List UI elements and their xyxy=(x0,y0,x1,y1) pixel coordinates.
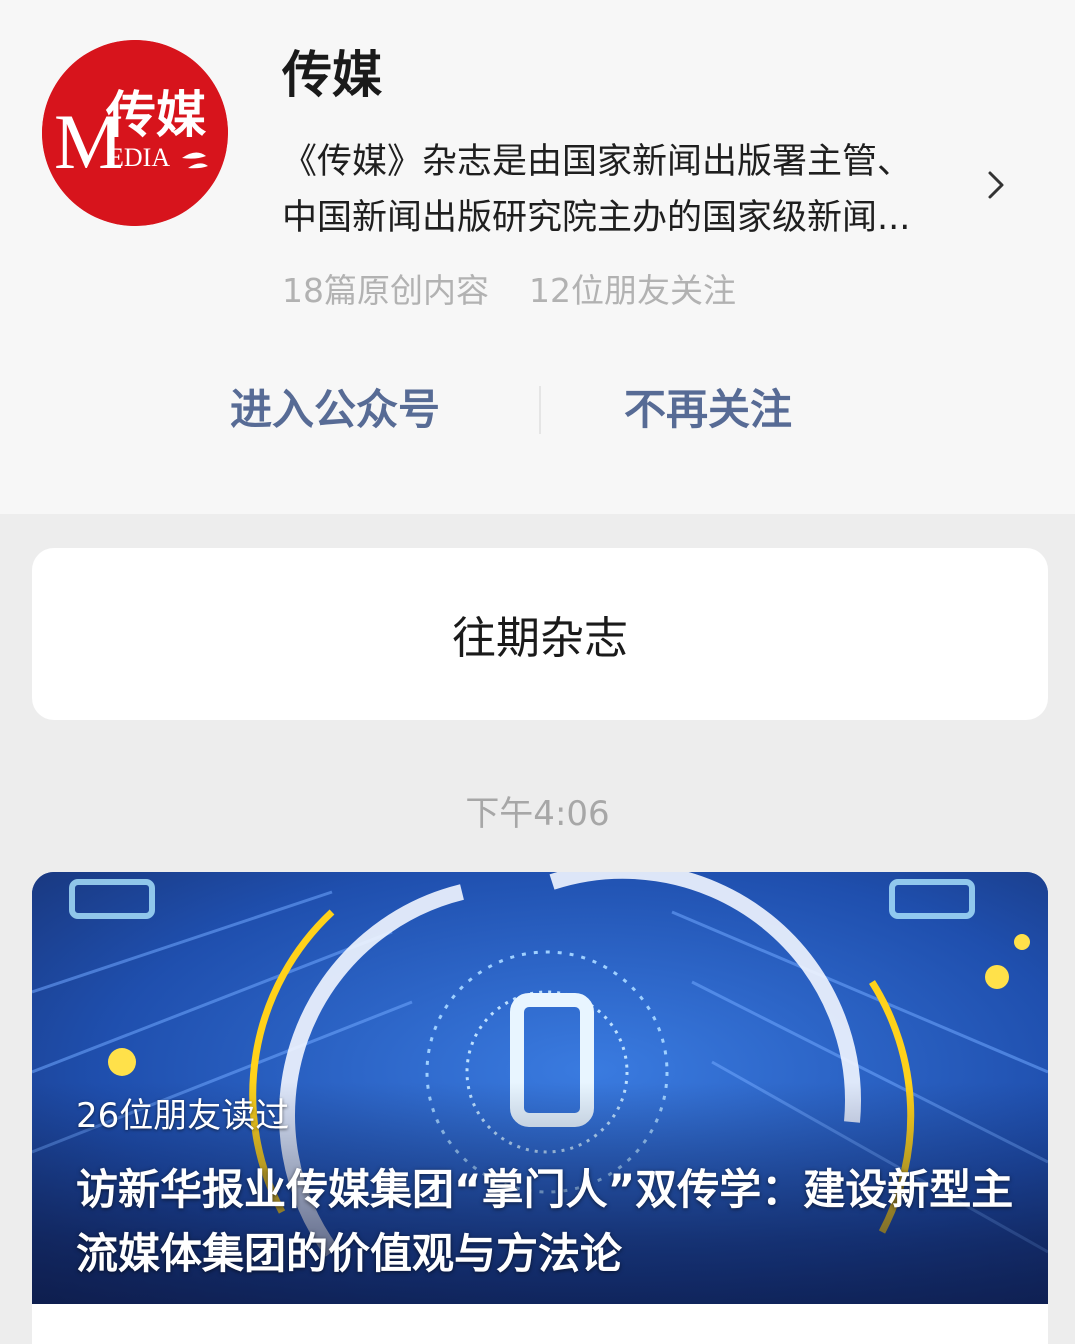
article-title: 访新华报业传媒集团“掌门人”双传学：建设新型主流媒体集团的价值观与方法论 xyxy=(76,1165,1014,1278)
back-issues-button[interactable]: 往期杂志 xyxy=(32,548,1048,720)
enter-account-button[interactable]: 进入公众号 xyxy=(230,380,440,440)
chevron-right-icon[interactable] xyxy=(980,168,1014,202)
svg-text:EDIA: EDIA xyxy=(108,143,170,172)
action-divider xyxy=(539,386,541,434)
account-avatar[interactable]: M 传媒 EDIA xyxy=(42,40,228,226)
friends-read-count: 26位朋友读过 xyxy=(76,1096,290,1136)
svg-text:传媒: 传媒 xyxy=(105,87,207,143)
original-count: 18篇原创内容 xyxy=(282,271,489,310)
account-description[interactable]: 《传媒》杂志是由国家新闻出版署主管、 中国新闻出版研究院主办的国家级新闻... xyxy=(282,134,962,246)
account-profile: M 传媒 EDIA 传媒 《传媒》杂志是由国家新闻出版署主管、 中国新闻出版研究… xyxy=(0,0,1075,514)
description-line-1: 《传媒》杂志是由国家新闻出版署主管、 xyxy=(282,142,913,182)
account-actions: 进入公众号 不再关注 xyxy=(0,370,1075,450)
friends-following: 12位朋友关注 xyxy=(529,271,736,310)
description-line-2: 中国新闻出版研究院主办的国家级新闻... xyxy=(282,198,911,238)
account-stats: 18篇原创内容 12位朋友关注 xyxy=(282,266,736,316)
unfollow-button[interactable]: 不再关注 xyxy=(624,380,792,440)
media-logo-icon: M 传媒 EDIA xyxy=(42,40,228,226)
article-card[interactable]: 26位朋友读过 访新华报业传媒集团“掌门人”双传学：建设新型主流媒体集团的价值观… xyxy=(32,872,1048,1312)
article-card-bottom xyxy=(32,1304,1048,1344)
message-timestamp: 下午4:06 xyxy=(465,794,610,834)
account-name: 传媒 xyxy=(282,46,382,104)
